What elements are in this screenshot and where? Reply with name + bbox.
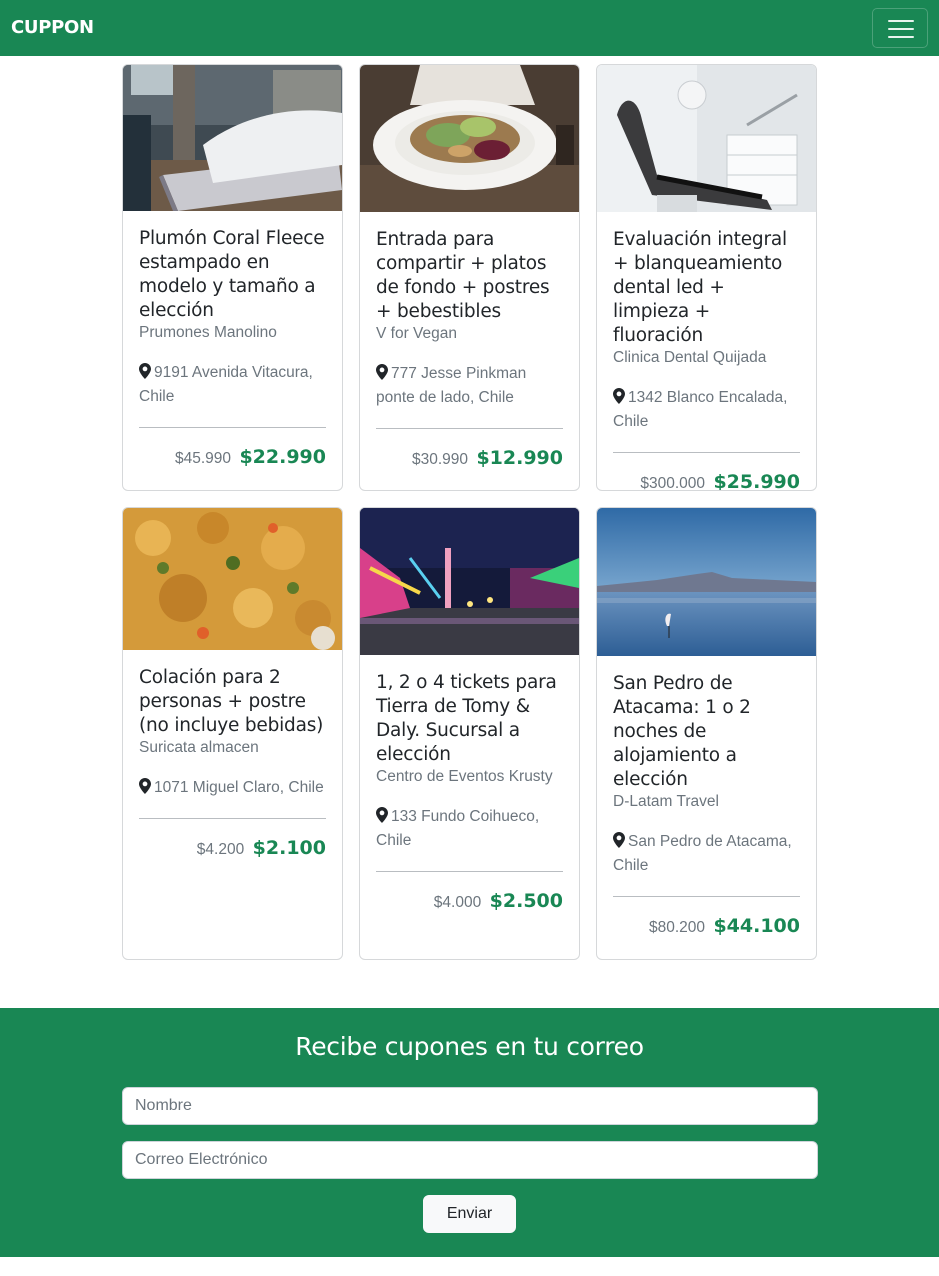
discount-price: $2.100 <box>252 837 326 859</box>
original-price: $4.000 <box>433 894 482 911</box>
coupon-address: 1342 Blanco Encalada, Chile <box>613 386 800 434</box>
card-divider <box>139 818 326 819</box>
price-row: $4.000 $2.500 <box>376 890 563 912</box>
coupon-title[interactable]: Entrada para compartir + platos de fondo… <box>376 228 563 324</box>
fair-rides-photo <box>360 508 579 655</box>
coupon-card[interactable]: Colación para 2 personas + postre (no in… <box>122 507 343 960</box>
discount-price: $44.100 <box>713 915 800 937</box>
newsletter-title: Recibe cupones en tu correo <box>295 1032 644 1061</box>
merchant-name: Suricata almacen <box>139 739 259 756</box>
map-pin-icon <box>139 363 151 379</box>
coupon-address: 133 Fundo Coihueco, Chile <box>376 805 563 853</box>
original-price: $4.200 <box>196 841 245 858</box>
map-pin-icon <box>613 388 625 404</box>
address-text: 1342 Blanco Encalada, Chile <box>613 389 788 430</box>
original-price: $300.000 <box>640 475 705 491</box>
submit-button[interactable]: Enviar <box>423 1195 516 1233</box>
price-row: $4.200 $2.100 <box>139 837 326 859</box>
map-pin-icon <box>376 364 388 380</box>
coupon-title[interactable]: San Pedro de Atacama: 1 o 2 noches de al… <box>613 672 800 792</box>
price-row: $300.000 $25.990 <box>613 471 800 491</box>
merchant-name: D-Latam Travel <box>613 793 719 810</box>
coupon-card[interactable]: Evaluación integral + blanqueamiento den… <box>596 64 817 491</box>
address-text: San Pedro de Atacama, Chile <box>613 833 792 874</box>
price-row: $30.990 $12.990 <box>376 447 563 469</box>
menu-toggle-button[interactable] <box>872 8 928 48</box>
bedroom-photo <box>123 65 342 211</box>
card-divider <box>139 427 326 428</box>
coupon-address: 9191 Avenida Vitacura, Chile <box>139 361 326 409</box>
brand-logo[interactable]: CUPPON <box>11 17 94 38</box>
coupon-card[interactable]: San Pedro de Atacama: 1 o 2 noches de al… <box>596 507 817 960</box>
discount-price: $12.990 <box>476 447 563 469</box>
address-text: 133 Fundo Coihueco, Chile <box>376 808 540 849</box>
vegan-salad-photo <box>360 65 579 212</box>
discount-price: $2.500 <box>489 890 563 912</box>
top-navbar: CUPPON <box>0 0 939 56</box>
card-divider <box>613 452 800 453</box>
card-divider <box>376 871 563 872</box>
coupon-title[interactable]: Colación para 2 personas + postre (no in… <box>139 666 326 738</box>
discount-price: $22.990 <box>239 446 326 468</box>
hamburger-icon <box>888 20 914 22</box>
address-text: 9191 Avenida Vitacura, Chile <box>139 364 313 405</box>
price-row: $80.200 $44.100 <box>613 915 800 937</box>
card-divider <box>376 428 563 429</box>
original-price: $80.200 <box>648 919 705 936</box>
email-input[interactable] <box>122 1141 818 1179</box>
coupon-address: San Pedro de Atacama, Chile <box>613 830 800 878</box>
name-input[interactable] <box>122 1087 818 1125</box>
coupon-card[interactable]: 1, 2 o 4 tickets para Tierra de Tomy & D… <box>359 507 580 960</box>
coupon-title[interactable]: 1, 2 o 4 tickets para Tierra de Tomy & D… <box>376 671 563 767</box>
coupon-address: 777 Jesse Pinkman ponte de lado, Chile <box>376 362 563 410</box>
merchant-name: Clinica Dental Quijada <box>613 349 767 366</box>
flamingo-lagoon-photo <box>597 508 816 656</box>
merchant-name: Prumones Manolino <box>139 324 277 341</box>
merchant-name: Centro de Eventos Krusty <box>376 768 553 785</box>
coupon-card[interactable]: Plumón Coral Fleece estampado en modelo … <box>122 64 343 491</box>
price-row: $45.990 $22.990 <box>139 446 326 468</box>
address-text: 777 Jesse Pinkman ponte de lado, Chile <box>376 365 527 406</box>
address-text: 1071 Miguel Claro, Chile <box>154 779 324 796</box>
map-pin-icon <box>139 778 151 794</box>
coupon-title[interactable]: Evaluación integral + blanqueamiento den… <box>613 228 800 348</box>
map-pin-icon <box>376 807 388 823</box>
coupon-address: 1071 Miguel Claro, Chile <box>139 776 326 800</box>
lentil-stew-photo <box>123 508 342 650</box>
discount-price: $25.990 <box>713 471 800 491</box>
map-pin-icon <box>613 832 625 848</box>
merchant-name: V for Vegan <box>376 325 458 342</box>
coupon-title[interactable]: Plumón Coral Fleece estampado en modelo … <box>139 227 326 323</box>
newsletter-section: Recibe cupones en tu correo Enviar <box>0 1008 939 1257</box>
coupon-card[interactable]: Entrada para compartir + platos de fondo… <box>359 64 580 491</box>
card-divider <box>613 896 800 897</box>
original-price: $30.990 <box>411 451 468 468</box>
dental-chair-photo <box>597 65 816 212</box>
original-price: $45.990 <box>174 450 231 467</box>
